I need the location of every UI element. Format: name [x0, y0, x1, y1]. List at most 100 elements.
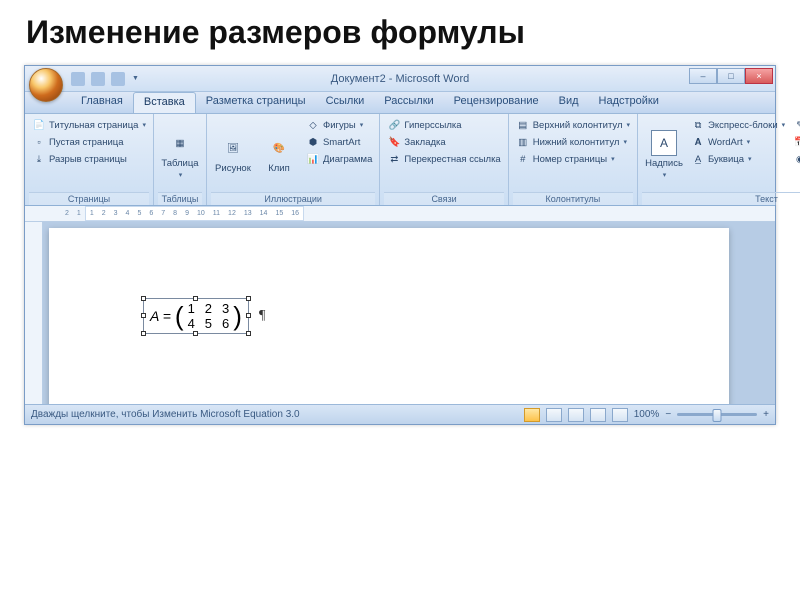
group-links: 🔗Гиперссылка 🔖Закладка ⇄Перекрестная ссы…	[380, 114, 508, 205]
zoom-slider[interactable]	[677, 413, 757, 416]
resize-handle[interactable]	[193, 296, 198, 301]
textbox-icon: A	[651, 130, 677, 156]
zoom-level[interactable]: 100%	[634, 409, 660, 420]
tab-home[interactable]: Главная	[71, 92, 133, 113]
group-illustrations: 🖼Рисунок 🎨Клип ◇Фигуры▾ ⬢SmartArt 📊Диагр…	[207, 114, 380, 205]
resize-handle[interactable]	[141, 296, 146, 301]
chart-button[interactable]: 📊Диаграмма	[303, 151, 375, 167]
bookmark-icon: 🔖	[387, 135, 401, 149]
blank-page-icon: ▫	[32, 135, 46, 149]
close-button[interactable]: ×	[745, 68, 773, 84]
crossref-icon: ⇄	[387, 152, 401, 166]
qat-redo-icon[interactable]	[111, 72, 125, 86]
zoom-in-button[interactable]: +	[763, 409, 769, 420]
sigline-button[interactable]: ✎Строка подписи▾	[790, 117, 800, 133]
paren-right-icon: )	[233, 307, 242, 325]
word-window: ▼ Документ2 - Microsoft Word – □ × Главн…	[24, 65, 776, 425]
bookmark-button[interactable]: 🔖Закладка	[384, 134, 503, 150]
tab-review[interactable]: Рецензирование	[444, 92, 549, 113]
footer-icon: ▥	[516, 135, 530, 149]
blank-page-button[interactable]: ▫Пустая страница	[29, 134, 149, 150]
office-button[interactable]	[29, 68, 63, 102]
tab-mailings[interactable]: Рассылки	[374, 92, 443, 113]
view-fullscreen-button[interactable]	[546, 408, 562, 422]
cover-page-icon: 📄	[32, 118, 46, 132]
chart-icon: 📊	[306, 152, 320, 166]
group-label: Страницы	[29, 192, 149, 205]
cover-page-button[interactable]: 📄Титульная страница▾	[29, 117, 149, 133]
resize-handle[interactable]	[193, 331, 198, 336]
horizontal-ruler[interactable]: 21 12345678910111213141516	[25, 206, 775, 222]
group-pages: 📄Титульная страница▾ ▫Пустая страница ⤓Р…	[25, 114, 154, 205]
tab-insert[interactable]: Вставка	[133, 92, 196, 113]
dropcap-button[interactable]: A̲Буквица▾	[688, 151, 788, 167]
pagenum-icon: #	[516, 152, 530, 166]
tab-references[interactable]: Ссылки	[316, 92, 375, 113]
group-label: Связи	[384, 192, 503, 205]
resize-handle[interactable]	[246, 296, 251, 301]
qat-dropdown-icon[interactable]: ▼	[132, 75, 139, 82]
header-button[interactable]: ▤Верхний колонтитул▾	[513, 117, 633, 133]
dropcap-icon: A̲	[691, 152, 705, 166]
zoom-out-button[interactable]: −	[665, 409, 671, 420]
picture-icon: 🖼	[220, 135, 246, 161]
group-tables: ▦ Таблица▾ Таблицы	[154, 114, 207, 205]
page-break-button[interactable]: ⤓Разрыв страницы	[29, 151, 149, 167]
smartart-button[interactable]: ⬢SmartArt	[303, 134, 375, 150]
equation-object[interactable]: A = ( 123 456 )	[143, 298, 249, 334]
quickparts-button[interactable]: ⧉Экспресс-блоки▾	[688, 117, 788, 133]
resize-handle[interactable]	[141, 313, 146, 318]
vertical-ruler[interactable]	[25, 222, 43, 404]
qat-undo-icon[interactable]	[91, 72, 105, 86]
datetime-icon: 📅	[793, 135, 800, 149]
matrix: 123 456	[188, 302, 230, 330]
titlebar: ▼ Документ2 - Microsoft Word – □ ×	[25, 66, 775, 92]
page[interactable]: A = ( 123 456 ) ¶	[49, 228, 729, 404]
shapes-button[interactable]: ◇Фигуры▾	[303, 117, 375, 133]
group-label: Иллюстрации	[211, 192, 375, 205]
view-print-layout-button[interactable]	[524, 408, 540, 422]
statusbar: Дважды щелкните, чтобы Изменить Microsof…	[25, 404, 775, 424]
clip-icon: 🎨	[266, 135, 292, 161]
tab-addins[interactable]: Надстройки	[589, 92, 669, 113]
clip-button[interactable]: 🎨Клип	[257, 117, 301, 192]
datetime-button[interactable]: 📅Дата и время	[790, 134, 800, 150]
tab-view[interactable]: Вид	[549, 92, 589, 113]
footer-button[interactable]: ▥Нижний колонтитул▾	[513, 134, 633, 150]
smartart-icon: ⬢	[306, 135, 320, 149]
view-outline-button[interactable]	[590, 408, 606, 422]
quick-access-toolbar: ▼	[71, 72, 139, 86]
group-label: Таблицы	[158, 192, 202, 205]
quickparts-icon: ⧉	[691, 118, 705, 132]
maximize-button[interactable]: □	[717, 68, 745, 84]
resize-handle[interactable]	[141, 331, 146, 336]
minimize-button[interactable]: –	[689, 68, 717, 84]
crossref-button[interactable]: ⇄Перекрестная ссылка	[384, 151, 503, 167]
paren-left-icon: (	[175, 307, 184, 325]
document-area: A = ( 123 456 ) ¶	[25, 222, 775, 404]
group-text: AНадпись▾ ⧉Экспресс-блоки▾ 𝐀WordArt▾ A̲Б…	[638, 114, 800, 205]
pilcrow-mark: ¶	[259, 308, 265, 324]
wordart-icon: 𝐀	[691, 135, 705, 149]
table-icon: ▦	[167, 130, 193, 156]
view-web-button[interactable]	[568, 408, 584, 422]
view-draft-button[interactable]	[612, 408, 628, 422]
pagenum-button[interactable]: #Номер страницы▾	[513, 151, 633, 167]
group-headerfooter: ▤Верхний колонтитул▾ ▥Нижний колонтитул▾…	[509, 114, 638, 205]
equation-lhs: A =	[150, 308, 171, 324]
page-break-icon: ⤓	[32, 152, 46, 166]
hyperlink-button[interactable]: 🔗Гиперссылка	[384, 117, 503, 133]
qat-save-icon[interactable]	[71, 72, 85, 86]
tab-page-layout[interactable]: Разметка страницы	[196, 92, 316, 113]
group-label: Колонтитулы	[513, 192, 633, 205]
resize-handle[interactable]	[246, 313, 251, 318]
picture-button[interactable]: 🖼Рисунок	[211, 117, 255, 192]
wordart-button[interactable]: 𝐀WordArt▾	[688, 134, 788, 150]
textbox-button[interactable]: AНадпись▾	[642, 117, 686, 192]
table-button[interactable]: ▦ Таблица▾	[158, 117, 202, 192]
window-controls: – □ ×	[689, 68, 773, 84]
group-label: Текст	[642, 192, 800, 205]
window-title: Документ2 - Microsoft Word	[331, 73, 469, 85]
object-button[interactable]: ◉Объект▾	[790, 151, 800, 167]
resize-handle[interactable]	[246, 331, 251, 336]
